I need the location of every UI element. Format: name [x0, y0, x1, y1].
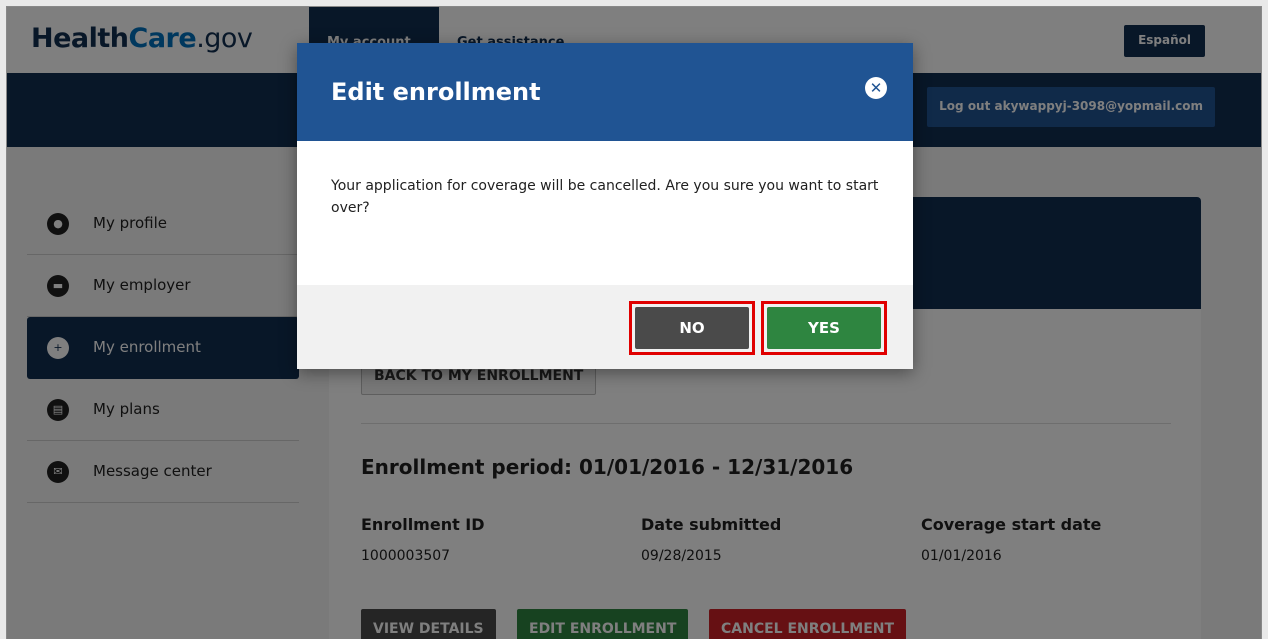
edit-enrollment-dialog: Edit enrollment ✕ Your application for c… [297, 43, 913, 369]
yes-button-highlight: YES [761, 301, 887, 355]
yes-button[interactable]: YES [767, 307, 881, 349]
dialog-header: Edit enrollment ✕ [297, 43, 913, 141]
close-icon[interactable]: ✕ [865, 77, 887, 99]
no-button-highlight: NO [629, 301, 755, 355]
no-button[interactable]: NO [635, 307, 749, 349]
dialog-message: Your application for coverage will be ca… [331, 178, 879, 216]
dialog-title: Edit enrollment [331, 78, 541, 106]
browser-frame: HealthCare.gov My account Get assistance… [6, 6, 1262, 639]
dialog-footer: NO YES [297, 285, 913, 369]
